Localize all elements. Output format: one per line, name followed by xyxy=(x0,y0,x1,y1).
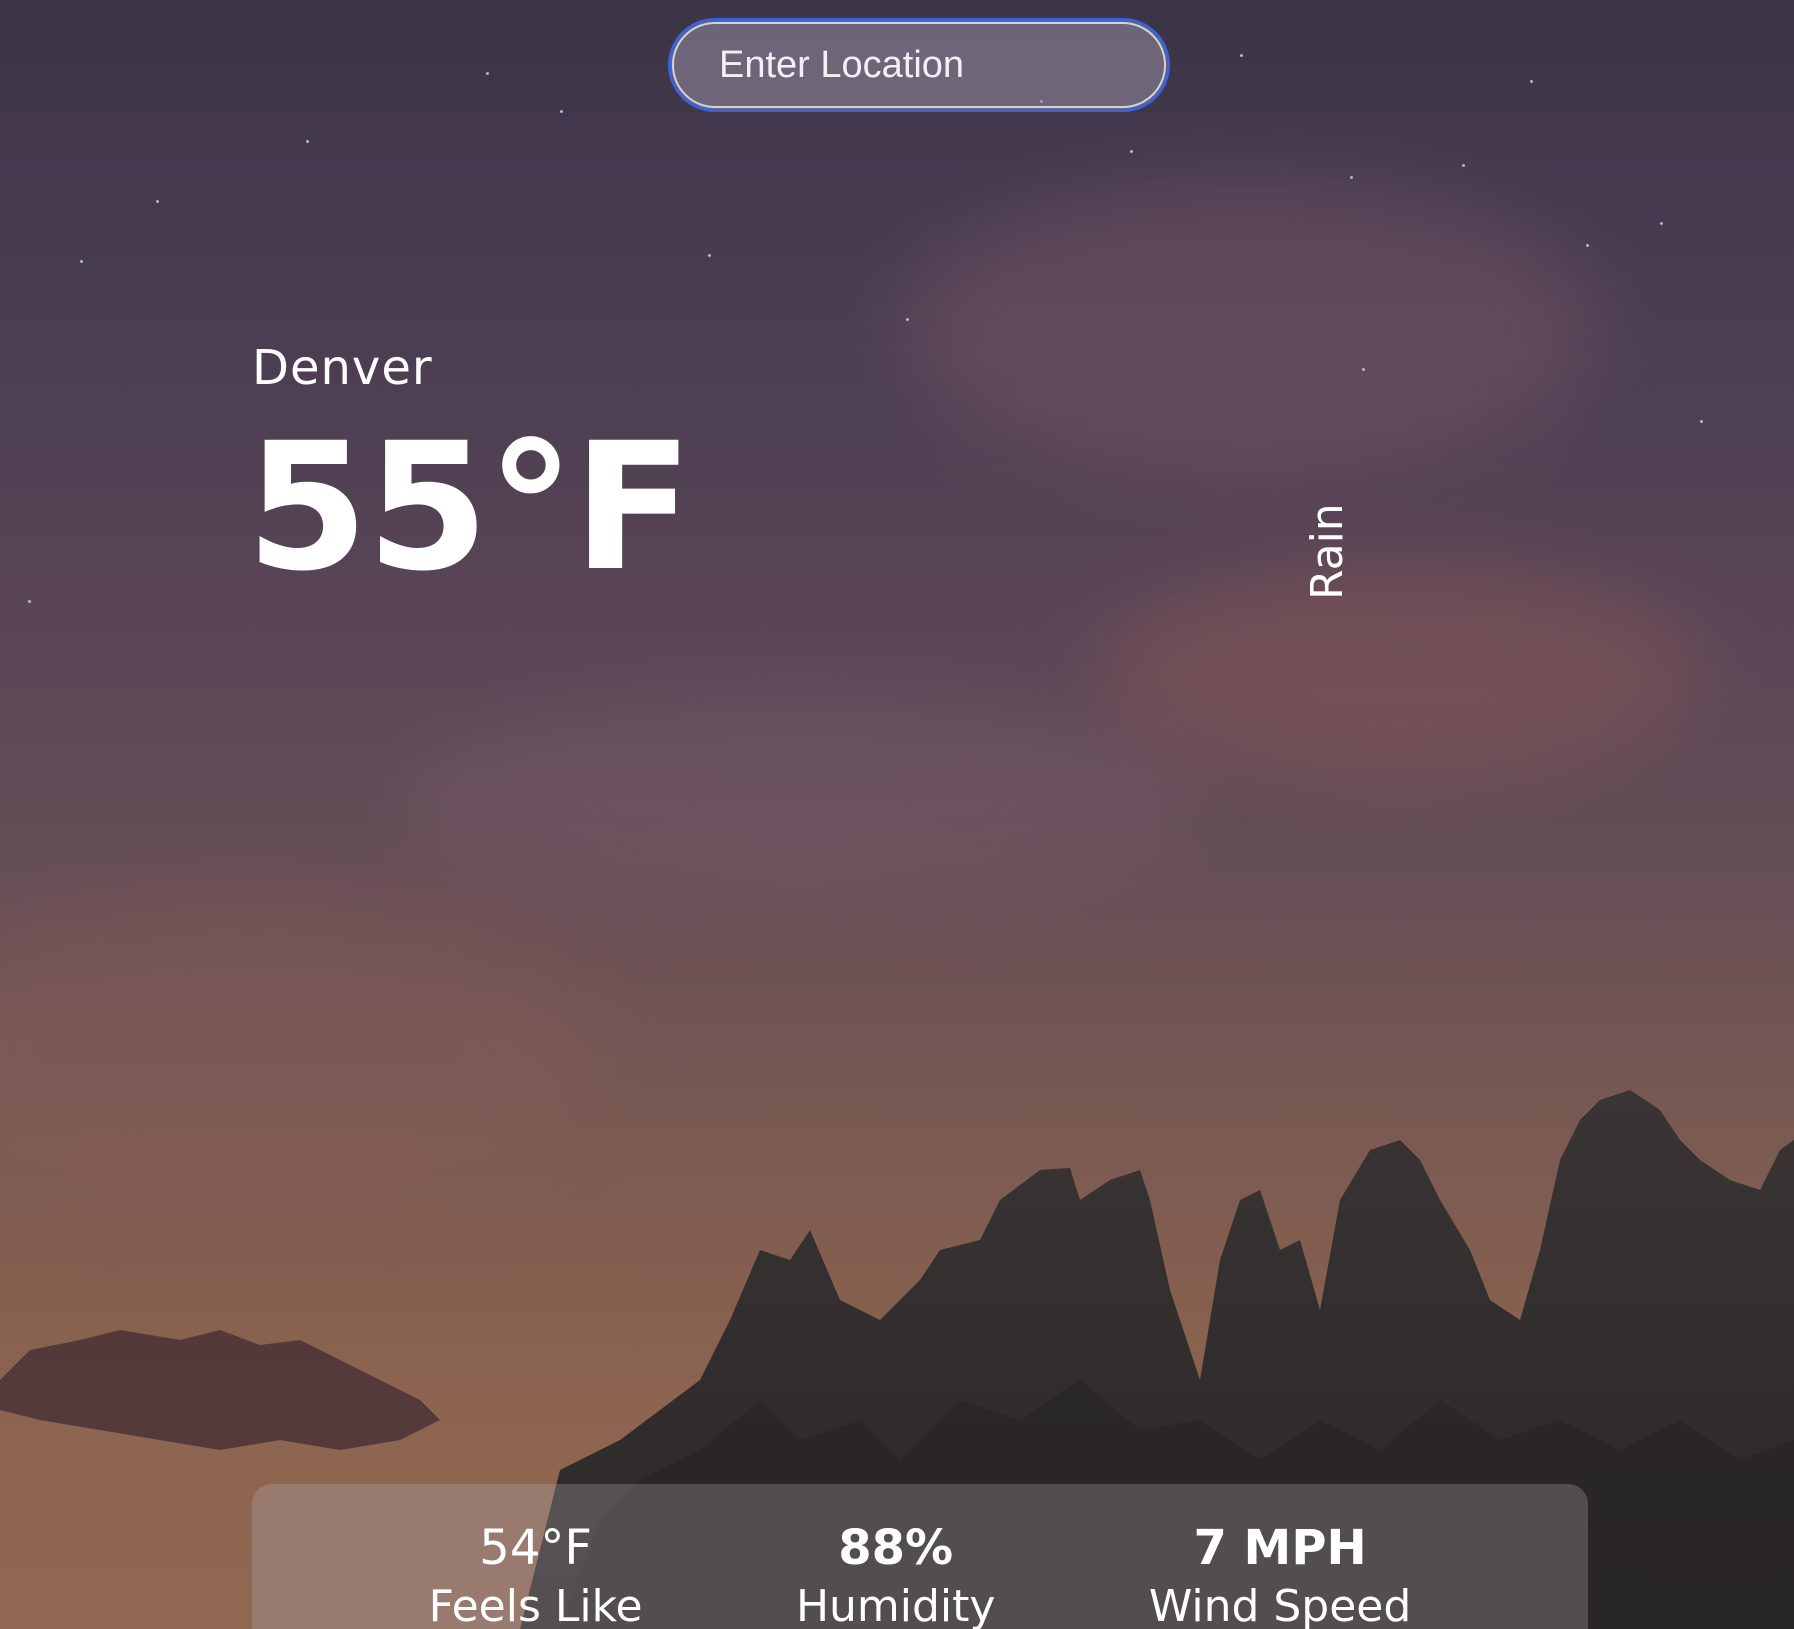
weather-app: Denver 55°F Rain 54°F Feels Like 88% Hum… xyxy=(0,0,1794,1629)
current-temperature: 55°F xyxy=(246,405,693,610)
humidity-value: 88% xyxy=(838,1520,954,1576)
weather-condition: Rain xyxy=(1302,503,1353,600)
wind-speed-value: 7 MPH xyxy=(1193,1520,1367,1576)
wind-speed-stat: 7 MPH Wind Speed xyxy=(1149,1484,1412,1629)
feels-like-value: 54°F xyxy=(479,1520,592,1576)
feels-like-label: Feels Like xyxy=(428,1580,643,1629)
wind-speed-label: Wind Speed xyxy=(1148,1580,1412,1629)
weather-details-card: 54°F Feels Like 88% Humidity 7 MPH Wind … xyxy=(252,1484,1588,1629)
feels-like-stat: 54°F Feels Like xyxy=(429,1484,643,1629)
mountain-silhouette xyxy=(0,1090,1794,1629)
humidity-label: Humidity xyxy=(795,1580,996,1629)
humidity-stat: 88% Humidity xyxy=(796,1484,996,1629)
location-search-input[interactable] xyxy=(671,21,1167,109)
city-name: Denver xyxy=(252,340,433,396)
search-box xyxy=(668,18,1170,112)
